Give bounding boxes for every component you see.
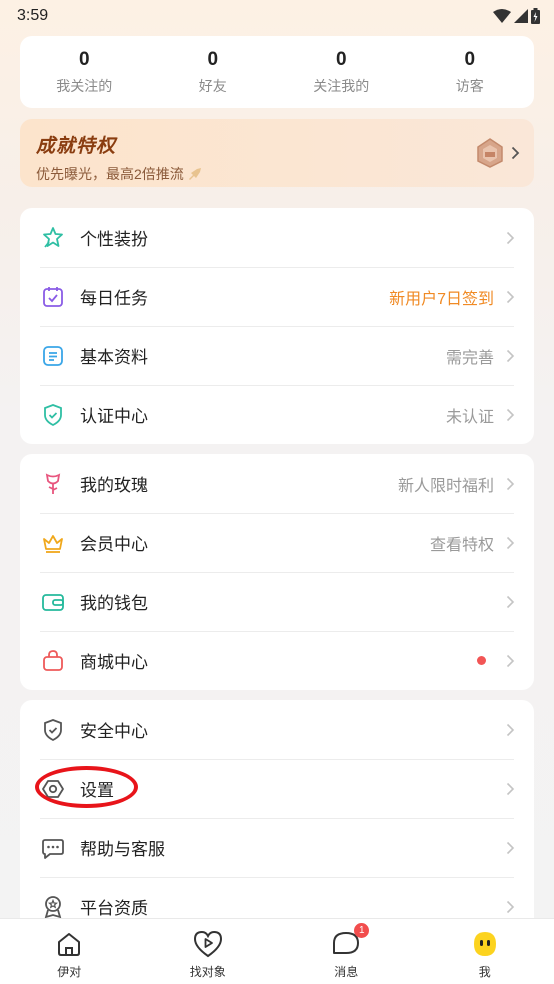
- privilege-right: [475, 137, 520, 169]
- tab-label: 消息: [334, 965, 359, 979]
- settings-icon: [40, 776, 66, 802]
- menu-label: 平台资质: [80, 899, 148, 918]
- notification-dot: [477, 656, 486, 665]
- stat-value: 0: [207, 49, 219, 70]
- menu-label: 我的钱包: [80, 594, 148, 613]
- privilege-title: 成就特权: [36, 136, 117, 157]
- menu-group-assets: 我的玫瑰 新人限时福利 会员中心 查看特权 我的钱包 商城中心: [20, 454, 534, 690]
- shield-check-icon: [40, 402, 66, 428]
- wifi-icon: [493, 9, 511, 23]
- tab-label: 找对象: [189, 965, 226, 979]
- profile-doc-icon: [40, 343, 66, 369]
- menu-value: 未认证: [445, 408, 494, 426]
- menu-item-security-center[interactable]: 安全中心: [20, 700, 534, 759]
- rocket-icon: [188, 168, 201, 180]
- signal-icon: [514, 9, 528, 23]
- menu-item-mall[interactable]: 商城中心: [20, 631, 534, 690]
- stat-friends[interactable]: 0 好友: [149, 48, 278, 96]
- tab-me[interactable]: 我: [416, 919, 554, 984]
- bottom-tab-bar: 伊对 找对象 1 消息 我: [0, 918, 554, 984]
- menu-label: 帮助与客服: [80, 840, 165, 859]
- menu-label: 基本资料: [80, 348, 148, 367]
- menu-value: 需完善: [445, 349, 494, 367]
- certificate-icon: [40, 894, 66, 920]
- stat-value: 0: [78, 49, 90, 70]
- privilege-subtitle: 优先曝光，最高2倍推流: [36, 166, 184, 182]
- rose-icon: [40, 471, 66, 497]
- menu-item-vip-center[interactable]: 会员中心 查看特权: [20, 513, 534, 572]
- menu-label: 每日任务: [80, 289, 148, 308]
- status-icons: [493, 8, 540, 24]
- menu-item-wallet[interactable]: 我的钱包: [20, 572, 534, 631]
- chevron-right-icon: [504, 475, 516, 493]
- menu-value: 新人限时福利: [397, 477, 494, 495]
- crown-icon: [40, 530, 66, 556]
- menu-group-system: 安全中心 设置 帮助与客服 平台资质: [20, 700, 534, 936]
- menu-item-my-roses[interactable]: 我的玫瑰 新人限时福利: [20, 454, 534, 513]
- menu-item-verification[interactable]: 认证中心 未认证: [20, 385, 534, 444]
- dress-up-icon: [40, 225, 66, 251]
- stat-label: 关注我的: [313, 78, 370, 94]
- menu-label: 安全中心: [80, 722, 148, 741]
- chevron-right-icon: [504, 652, 516, 670]
- menu-value: 查看特权: [429, 536, 494, 554]
- menu-group-profile: 个性装扮 每日任务 新用户7日签到 基本资料 需完善 认证中心 未认证: [20, 208, 534, 444]
- wallet-icon: [40, 589, 66, 615]
- menu-label: 设置: [80, 781, 114, 800]
- chevron-right-icon: [504, 839, 516, 857]
- stat-label: 我关注的: [56, 78, 113, 94]
- menu-item-help-support[interactable]: 帮助与客服: [20, 818, 534, 877]
- chevron-right-icon: [504, 288, 516, 306]
- stat-visitors[interactable]: 0 访客: [406, 48, 535, 96]
- menu-item-basic-info[interactable]: 基本资料 需完善: [20, 326, 534, 385]
- menu-item-settings[interactable]: 设置: [20, 759, 534, 818]
- menu-label: 商城中心: [80, 653, 148, 672]
- play-heart-icon: [193, 929, 223, 959]
- chat-help-icon: [40, 835, 66, 861]
- tab-label: 我: [478, 965, 491, 979]
- chevron-right-icon: [504, 347, 516, 365]
- menu-item-dress-up[interactable]: 个性装扮: [20, 208, 534, 267]
- me-face-icon: [470, 929, 500, 959]
- chevron-right-icon: [504, 229, 516, 247]
- status-bar: 3:59: [0, 0, 554, 32]
- tab-label: 伊对: [57, 965, 82, 979]
- message-icon: 1: [331, 923, 370, 959]
- achievement-privilege-banner[interactable]: 成就特权 优先曝光，最高2倍推流: [20, 119, 534, 187]
- status-time: 3:59: [17, 7, 49, 24]
- menu-label: 会员中心: [80, 535, 148, 554]
- security-shield-icon: [40, 717, 66, 743]
- home-icon: [54, 929, 84, 959]
- tab-messages[interactable]: 1 消息: [277, 919, 416, 984]
- stat-value: 0: [464, 49, 476, 70]
- shopping-bag-icon: [40, 648, 66, 674]
- stat-label: 好友: [198, 78, 227, 94]
- menu-label: 我的玫瑰: [80, 476, 148, 495]
- tab-find-partner[interactable]: 找对象: [139, 919, 278, 984]
- unread-badge: 1: [354, 923, 370, 938]
- stat-label: 访客: [455, 78, 484, 94]
- privilege-subtitle-row: 优先曝光，最高2倍推流: [36, 164, 518, 184]
- chevron-right-icon: [504, 593, 516, 611]
- badge-medal-icon: [477, 138, 503, 168]
- chevron-right-icon: [504, 898, 516, 916]
- stat-value: 0: [335, 49, 347, 70]
- chevron-right-icon: [504, 721, 516, 739]
- tab-home[interactable]: 伊对: [0, 919, 139, 984]
- chevron-right-icon: [504, 406, 516, 424]
- stat-following[interactable]: 0 我关注的: [20, 48, 149, 96]
- stat-followers[interactable]: 0 关注我的: [277, 48, 406, 96]
- chevron-right-icon: [511, 146, 520, 160]
- menu-label: 个性装扮: [80, 230, 148, 249]
- battery-icon: [531, 8, 540, 24]
- menu-value: 新用户7日签到: [389, 290, 494, 308]
- chevron-right-icon: [504, 534, 516, 552]
- calendar-check-icon: [40, 284, 66, 310]
- chevron-right-icon: [504, 780, 516, 798]
- menu-label: 认证中心: [80, 407, 148, 426]
- stats-card: 0 我关注的 0 好友 0 关注我的 0 访客: [20, 36, 534, 108]
- menu-item-daily-tasks[interactable]: 每日任务 新用户7日签到: [20, 267, 534, 326]
